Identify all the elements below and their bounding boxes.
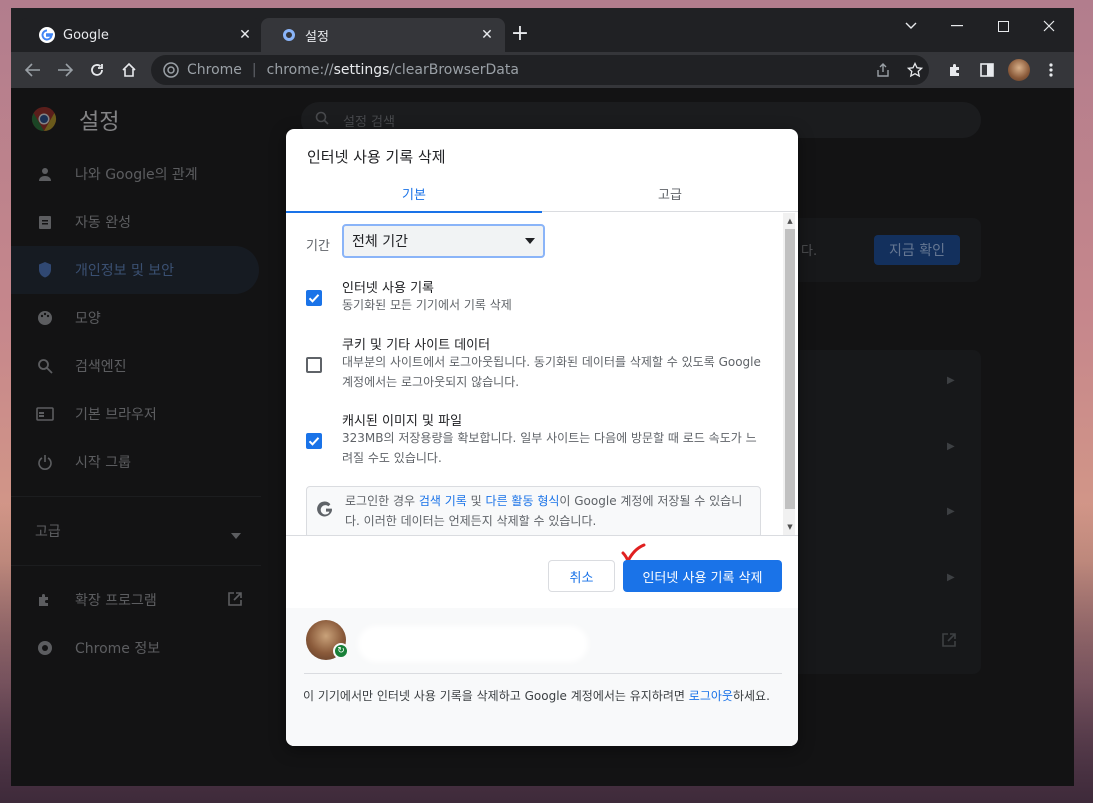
home-icon[interactable] bbox=[115, 56, 143, 84]
checkbox-browsing-history[interactable] bbox=[306, 290, 322, 306]
scroll-thumb[interactable] bbox=[785, 229, 795, 509]
address-bar[interactable]: Chrome | chrome://settings/clearBrowserD… bbox=[151, 55, 929, 85]
tab-settings[interactable]: 설정 ✕ bbox=[261, 18, 505, 52]
time-range-select[interactable]: 전체 기간 bbox=[342, 224, 545, 258]
tab-title: 설정 bbox=[305, 29, 329, 45]
share-icon[interactable] bbox=[869, 56, 897, 84]
dialog-footer: ↻ 이 기기에서만 인터넷 사용 기록을 삭제하고 Google 계정에서는 유… bbox=[286, 608, 798, 746]
settings-gear-icon bbox=[281, 27, 297, 43]
time-range-value: 전체 기간 bbox=[352, 234, 408, 250]
time-range-label: 기간 bbox=[306, 239, 330, 254]
option-description: 동기화된 모든 기기에서 기록 삭제 bbox=[342, 298, 512, 312]
checkbox-cookies[interactable] bbox=[306, 357, 322, 373]
maximize-icon[interactable] bbox=[981, 12, 1025, 40]
more-menu-icon[interactable] bbox=[1037, 56, 1065, 84]
forward-arrow-icon[interactable] bbox=[51, 56, 79, 84]
omnibox-chip-label: Chrome bbox=[187, 62, 242, 78]
url-text: chrome://settings/clearBrowserData bbox=[266, 62, 519, 78]
dialog-scrollbar[interactable]: ▲ ▼ bbox=[783, 213, 795, 535]
clear-browsing-data-dialog: 인터넷 사용 기록 삭제 기본 고급 기간 전체 기간 인터넷 사용 기록 동기… bbox=[286, 129, 798, 746]
google-icon bbox=[39, 27, 55, 43]
tab-title: Google bbox=[63, 27, 109, 43]
sync-icon: ↻ bbox=[333, 643, 349, 659]
dialog-body: 기간 전체 기간 인터넷 사용 기록 동기화된 모든 기기에서 기록 삭제 쿠키… bbox=[286, 213, 798, 535]
dialog-divider bbox=[286, 535, 798, 536]
reload-icon[interactable] bbox=[83, 56, 111, 84]
extensions-puzzle-icon[interactable] bbox=[941, 56, 969, 84]
sign-out-link[interactable]: 로그아웃 bbox=[689, 689, 733, 703]
scroll-up-arrow-icon[interactable]: ▲ bbox=[785, 215, 795, 227]
tab-basic[interactable]: 기본 bbox=[286, 174, 542, 213]
tab-advanced[interactable]: 고급 bbox=[542, 174, 798, 212]
redacted-account-info bbox=[358, 626, 588, 662]
checkbox-cached-images[interactable] bbox=[306, 433, 322, 449]
option-title: 인터넷 사용 기록 bbox=[342, 281, 434, 296]
side-panel-icon[interactable] bbox=[973, 56, 1001, 84]
other-activity-link[interactable]: 다른 활동 형식 bbox=[486, 494, 560, 508]
scroll-down-arrow-icon[interactable]: ▼ bbox=[785, 521, 795, 533]
back-arrow-icon[interactable] bbox=[19, 56, 47, 84]
omnibox-separator: | bbox=[251, 62, 257, 78]
option-title: 쿠키 및 기타 사이트 데이터 bbox=[342, 338, 491, 353]
close-window-icon[interactable] bbox=[1027, 12, 1071, 40]
option-description: 대부분의 사이트에서 로그아웃됩니다. 동기화된 데이터를 삭제할 수 있도록 … bbox=[342, 355, 761, 389]
minimize-icon[interactable] bbox=[935, 12, 979, 40]
tab-google[interactable]: Google ✕ bbox=[19, 18, 263, 52]
google-note-text: 로그인한 경우 검색 기록 및 다른 활동 형식이 Google 계정에 저장될… bbox=[345, 494, 743, 528]
google-account-note: 로그인한 경우 검색 기록 및 다른 활동 형식이 Google 계정에 저장될… bbox=[306, 486, 761, 535]
close-tab-icon[interactable]: ✕ bbox=[237, 27, 253, 43]
tab-search-chevron-icon[interactable] bbox=[889, 12, 933, 40]
footer-divider bbox=[304, 673, 782, 674]
search-history-link[interactable]: 검색 기록 bbox=[419, 494, 467, 508]
toolbar: Chrome | chrome://settings/clearBrowserD… bbox=[11, 52, 1074, 88]
dropdown-arrow-icon bbox=[525, 238, 535, 244]
bookmark-star-icon[interactable] bbox=[901, 56, 929, 84]
profile-avatar-icon[interactable] bbox=[1005, 56, 1033, 84]
close-tab-icon[interactable]: ✕ bbox=[479, 27, 495, 43]
option-description: 323MB의 저장용량을 확보합니다. 일부 사이트는 다음에 방문할 때 로드… bbox=[342, 431, 757, 465]
google-g-icon bbox=[317, 501, 335, 519]
clear-data-button[interactable]: 인터넷 사용 기록 삭제 bbox=[623, 560, 782, 592]
new-tab-icon[interactable]: + bbox=[509, 23, 531, 46]
chrome-logo-icon bbox=[163, 62, 179, 78]
cancel-button[interactable]: 취소 bbox=[548, 560, 615, 592]
footer-text: 이 기기에서만 인터넷 사용 기록을 삭제하고 Google 계정에서는 유지하… bbox=[303, 689, 770, 703]
option-title: 캐시된 이미지 및 파일 bbox=[342, 414, 463, 429]
dialog-tabs: 기본 고급 bbox=[286, 174, 798, 213]
tab-strip: Google ✕ 설정 ✕ + bbox=[11, 8, 1074, 52]
dialog-title: 인터넷 사용 기록 삭제 bbox=[307, 148, 446, 166]
